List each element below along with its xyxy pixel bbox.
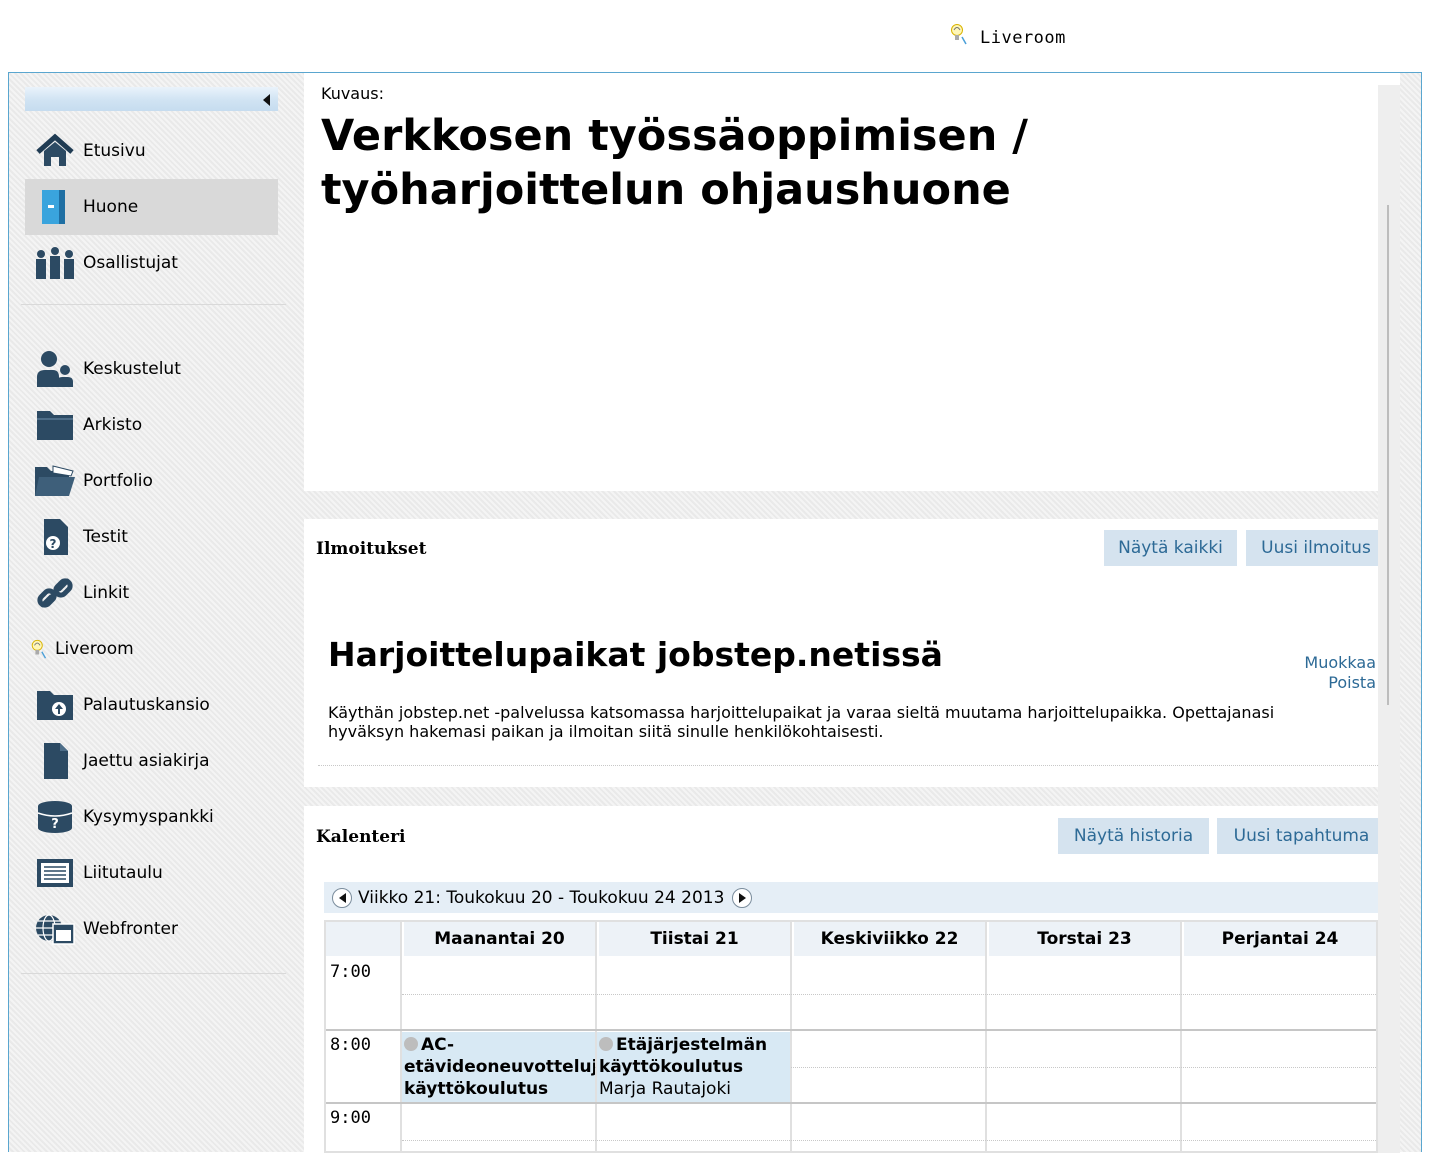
test-document-icon: ? [44,519,68,555]
sidebar-item-palautuskansio[interactable]: Palautuskansio [25,677,278,733]
edit-announcement-link[interactable]: Muokkaa [1304,653,1376,673]
sidebar-item-label: Webfronter [83,919,178,939]
main-frame: Etusivu Huone Osallistujat Keskustelut A… [8,72,1422,1153]
day-header: Keskiviikko 22 [794,922,985,956]
lightbulb-icon [951,24,967,45]
sidebar-item-portfolio[interactable]: Portfolio [25,453,278,509]
sidebar-item-label: Liitutaulu [83,863,163,883]
sidebar-item-huone[interactable]: Huone [25,179,278,235]
announcement-title: Harjoittelupaikat jobstep.netissä [328,635,943,674]
event-title: käyttökoulutus [404,1079,549,1099]
sidebar-divider [21,973,286,974]
description-panel: Kuvaus: Verkkosen työssäoppimisen / työh… [304,73,1400,491]
event-status-icon [599,1037,613,1051]
sidebar-item-liitutaulu[interactable]: Liitutaulu [25,845,278,901]
calendar-event[interactable]: Etäjärjestelmän käyttökoulutus Marja Rau… [597,1032,790,1102]
lightbulb-icon [31,639,47,659]
sidebar-item-jaettu-asiakirja[interactable]: Jaettu asiakirja [25,733,278,789]
sidebar-item-liveroom[interactable]: Liveroom [25,621,278,677]
sidebar-item-label: Keskustelut [83,359,181,379]
announcements-title: Ilmoitukset [316,539,427,559]
liveroom-link[interactable]: Liveroom [948,22,1066,48]
open-folder-icon [35,465,75,496]
scrollbar[interactable] [1378,85,1400,1153]
day-header: Maanantai 20 [404,922,595,956]
calendar-title: Kalenteri [316,827,406,847]
description-label: Kuvaus: [321,84,384,103]
time-column-header [326,922,400,956]
event-title: AC- [421,1035,455,1055]
sidebar-item-label: Kysymyspankki [83,807,214,827]
sidebar-item-label: Testit [83,527,128,547]
divider [318,765,1386,766]
show-all-announcements-button[interactable]: Näytä kaikki [1104,530,1237,566]
collapse-sidebar-icon[interactable] [263,94,270,106]
svg-text:?: ? [51,817,59,832]
event-status-icon [404,1037,418,1051]
event-person: Marja Rautajoki [599,1079,732,1099]
calendar-event[interactable]: AC- etävideoneuvottelujärjestelmän käytt… [402,1032,595,1102]
sidebar-item-label: Osallistujat [83,253,178,273]
globe-window-icon [36,914,75,945]
sidebar-item-arkisto[interactable]: Arkisto [25,397,278,453]
next-week-button[interactable] [732,887,753,908]
event-title: etävideoneuvottelujärjestelmän [404,1057,595,1077]
announcement-body: Käythän jobstep.net -palvelussa katsomas… [328,703,1275,741]
new-event-button[interactable]: Uusi tapahtuma [1217,818,1386,854]
sidebar-item-testit[interactable]: ? Testit [25,509,278,565]
top-bar: Liveroom [0,0,1429,70]
day-header: Torstai 23 [989,922,1180,956]
previous-week-button[interactable] [332,887,352,908]
delete-announcement-link[interactable]: Poista [1304,673,1376,693]
sidebar-item-webfronter[interactable]: Webfronter [25,901,278,957]
svg-text:?: ? [50,537,57,551]
home-icon [36,133,74,166]
question-bank-icon: ? [37,801,73,833]
document-icon [44,743,68,779]
link-icon [37,578,73,608]
folder-icon [37,411,73,440]
new-announcement-button[interactable]: Uusi ilmoitus [1246,530,1386,566]
hour-label: 8:00 [330,1035,371,1055]
event-title: käyttökoulutus [599,1057,744,1077]
sidebar-item-label: Etusivu [83,141,146,161]
sidebar-item-label: Liveroom [55,639,134,659]
calendar-grid: Maanantai 20 Tiistai 21 Keskiviikko 22 T… [324,920,1378,1153]
upload-folder-icon [37,691,73,720]
scrollbar-thumb[interactable] [1387,205,1389,705]
sidebar-divider [21,304,286,305]
people-icon [36,247,74,279]
sidebar-item-etusivu[interactable]: Etusivu [25,123,278,179]
sidebar-item-label: Arkisto [83,415,143,435]
week-label: Viikko 21: Toukokuu 20 - Toukokuu 24 201… [358,887,725,908]
liveroom-label: Liveroom [980,28,1066,48]
discussion-icon [37,351,73,387]
event-title: Etäjärjestelmän [616,1035,768,1055]
calendar-panel: Kalenteri Näytä historia Uusi tapahtuma … [304,806,1400,1153]
sidebar-item-label: Jaettu asiakirja [83,751,210,771]
sidebar-item-kysymyspankki[interactable]: ? Kysymyspankki [25,789,278,845]
sidebar-item-osallistujat[interactable]: Osallistujat [25,235,278,291]
sidebar-item-label: Palautuskansio [83,695,210,715]
chevron-left-icon [338,892,346,903]
announcements-panel: Ilmoitukset Näytä kaikki Uusi ilmoitus H… [304,519,1400,787]
week-navigation: Viikko 21: Toukokuu 20 - Toukokuu 24 201… [324,882,1378,913]
day-header: Perjantai 24 [1184,922,1376,956]
door-icon [42,190,65,224]
show-history-button[interactable]: Näytä historia [1058,818,1209,854]
sidebar-header [25,87,278,111]
sidebar-item-label: Portfolio [83,471,153,491]
hour-label: 7:00 [330,962,371,982]
sidebar-item-label: Linkit [83,583,130,603]
announcement-actions: Muokkaa Poista [1304,653,1376,693]
sidebar-item-linkit[interactable]: Linkit [25,565,278,621]
day-header: Tiistai 21 [599,922,790,956]
page-title: Verkkosen työssäoppimisen / työharjoitte… [321,111,1028,215]
chevron-right-icon [738,892,746,903]
sidebar-item-keskustelut[interactable]: Keskustelut [25,341,278,397]
whiteboard-icon [37,859,73,887]
hour-label: 9:00 [330,1108,371,1128]
sidebar: Etusivu Huone Osallistujat Keskustelut A… [21,85,286,1075]
sidebar-item-label: Huone [83,197,139,217]
